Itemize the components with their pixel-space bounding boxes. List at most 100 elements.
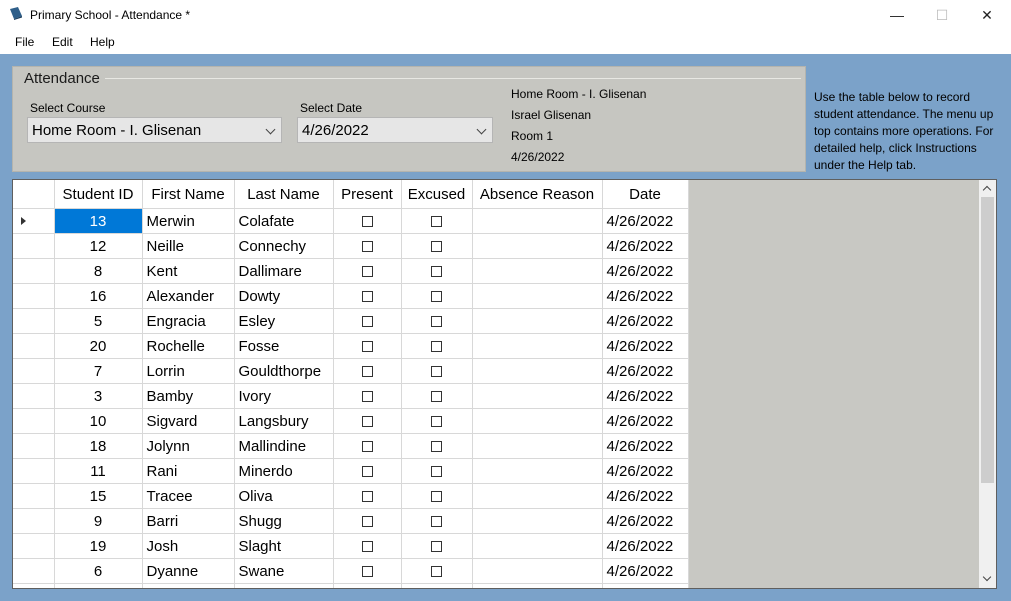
student-id-cell[interactable]: 13 (54, 208, 143, 234)
present-cell[interactable] (333, 533, 402, 559)
present-checkbox[interactable] (361, 291, 373, 303)
table-row[interactable]: 9 Barri Shugg 4/26/2022 (13, 508, 689, 534)
first-name-cell[interactable]: Bamby (142, 383, 235, 409)
date-cell[interactable]: 4/26/2022 (602, 258, 689, 284)
row-header[interactable] (13, 283, 55, 309)
absence-reason-cell[interactable] (472, 233, 603, 259)
last-name-cell[interactable]: Oliva (234, 483, 334, 509)
last-name-cell[interactable]: Shugg (234, 508, 334, 534)
attendance-grid[interactable]: Student ID First Name Last Name Present … (12, 179, 997, 589)
student-id-cell[interactable]: 5 (54, 308, 143, 334)
last-name-cell[interactable]: Swane (234, 558, 334, 584)
excused-cell[interactable] (401, 583, 473, 588)
date-cell[interactable]: 4/26/2022 (602, 483, 689, 509)
maximize-button[interactable]: ☐ (919, 0, 965, 30)
present-cell[interactable] (333, 583, 402, 588)
excused-checkbox[interactable] (431, 341, 442, 353)
row-header[interactable] (13, 383, 55, 409)
excused-cell[interactable] (401, 458, 473, 484)
first-name-cell[interactable]: Rochelle (142, 333, 235, 359)
student-id-cell[interactable]: 19 (54, 533, 143, 559)
row-header[interactable] (13, 408, 55, 434)
excused-checkbox[interactable] (431, 266, 442, 278)
last-name-cell[interactable]: Slaght (234, 533, 334, 559)
present-checkbox[interactable] (361, 266, 373, 278)
excused-cell[interactable] (401, 258, 473, 284)
present-cell[interactable] (333, 433, 402, 459)
date-cell[interactable]: 4/26/2022 (602, 433, 689, 459)
excused-cell[interactable] (401, 408, 473, 434)
table-row[interactable]: 13 Merwin Colafate 4/26/2022 (13, 208, 689, 234)
excused-cell[interactable] (401, 333, 473, 359)
present-checkbox[interactable] (361, 366, 373, 378)
present-cell[interactable] (333, 208, 402, 234)
scroll-down-arrow-icon[interactable] (979, 571, 996, 588)
absence-reason-cell[interactable] (472, 483, 603, 509)
present-checkbox[interactable] (361, 516, 373, 528)
last-name-cell[interactable]: Gouldthorpe (234, 358, 334, 384)
table-row[interactable]: 16 Alexander Dowty 4/26/2022 (13, 283, 689, 309)
excused-cell[interactable] (401, 233, 473, 259)
column-header-excused[interactable]: Excused (401, 180, 473, 209)
last-name-cell[interactable]: Colafate (234, 208, 334, 234)
column-header-first-name[interactable]: First Name (142, 180, 235, 209)
excused-checkbox[interactable] (431, 566, 442, 578)
excused-cell[interactable] (401, 208, 473, 234)
student-id-cell[interactable]: 16 (54, 283, 143, 309)
student-id-cell[interactable]: 11 (54, 458, 143, 484)
date-cell[interactable]: 4/26/2022 (602, 283, 689, 309)
present-cell[interactable] (333, 358, 402, 384)
student-id-cell[interactable]: 10 (54, 408, 143, 434)
present-cell[interactable] (333, 383, 402, 409)
present-checkbox[interactable] (361, 541, 373, 553)
date-cell[interactable]: 4/26/2022 (602, 383, 689, 409)
excused-cell[interactable] (401, 283, 473, 309)
excused-checkbox[interactable] (431, 466, 442, 478)
first-name-cell[interactable]: Dyanne (142, 558, 235, 584)
student-id-cell[interactable]: 18 (54, 433, 143, 459)
menu-file[interactable]: File (15, 35, 34, 49)
date-cell[interactable]: 4/26/2022 (602, 408, 689, 434)
table-row[interactable]: 15 Tracee Oliva 4/26/2022 (13, 483, 689, 509)
row-header[interactable] (13, 333, 55, 359)
present-cell[interactable] (333, 458, 402, 484)
last-name-cell[interactable]: Connechy (234, 233, 334, 259)
row-header[interactable] (13, 208, 55, 234)
table-row[interactable]: 18 Jolynn Mallindine 4/26/2022 (13, 433, 689, 459)
date-cell[interactable]: 4/26/2022 (602, 533, 689, 559)
first-name-cell[interactable] (142, 583, 235, 588)
absence-reason-cell[interactable] (472, 458, 603, 484)
student-id-cell[interactable]: 15 (54, 483, 143, 509)
absence-reason-cell[interactable] (472, 508, 603, 534)
menu-help[interactable]: Help (90, 35, 115, 49)
vertical-scrollbar[interactable] (979, 180, 996, 588)
student-id-cell[interactable]: 6 (54, 558, 143, 584)
minimize-button[interactable]: — (874, 0, 920, 30)
row-header[interactable] (13, 258, 55, 284)
absence-reason-cell[interactable] (472, 208, 603, 234)
excused-checkbox[interactable] (431, 316, 442, 328)
student-id-cell[interactable]: 7 (54, 358, 143, 384)
student-id-cell[interactable]: 20 (54, 333, 143, 359)
date-cell[interactable]: 4/26/2022 (602, 558, 689, 584)
present-checkbox[interactable] (361, 216, 373, 228)
student-id-cell[interactable]: 12 (54, 233, 143, 259)
date-cell[interactable]: 4/26/2022 (602, 208, 689, 234)
column-header-student-id[interactable]: Student ID (54, 180, 143, 209)
table-row[interactable]: 12 Neille Connechy 4/26/2022 (13, 233, 689, 259)
present-checkbox[interactable] (361, 441, 373, 453)
excused-cell[interactable] (401, 558, 473, 584)
table-row[interactable]: 5 Engracia Esley 4/26/2022 (13, 308, 689, 334)
first-name-cell[interactable]: Barri (142, 508, 235, 534)
present-checkbox[interactable] (361, 466, 373, 478)
row-header[interactable] (13, 458, 55, 484)
first-name-cell[interactable]: Sigvard (142, 408, 235, 434)
absence-reason-cell[interactable] (472, 558, 603, 584)
student-id-cell[interactable]: 8 (54, 258, 143, 284)
excused-cell[interactable] (401, 483, 473, 509)
first-name-cell[interactable]: Josh (142, 533, 235, 559)
present-cell[interactable] (333, 483, 402, 509)
date-combobox[interactable]: 4/26/2022 (297, 117, 493, 143)
table-row[interactable]: 3 Bamby Ivory 4/26/2022 (13, 383, 689, 409)
last-name-cell[interactable]: Minerdo (234, 458, 334, 484)
